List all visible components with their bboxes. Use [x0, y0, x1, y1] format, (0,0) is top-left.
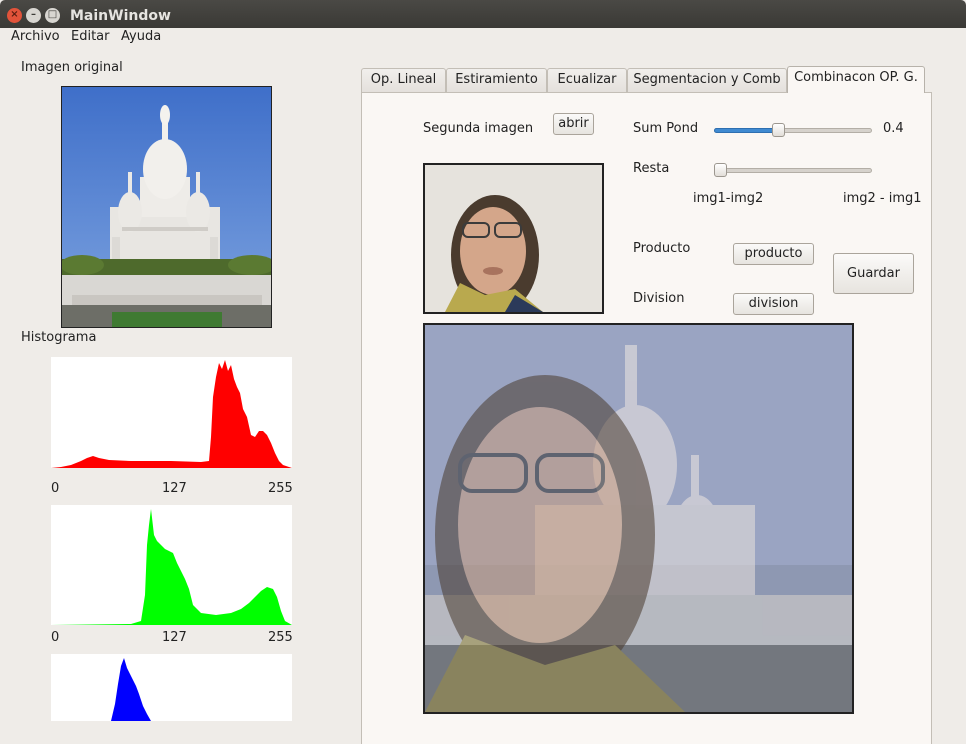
product-label: Producto	[633, 241, 691, 256]
sum-label: Sum Pond	[633, 121, 699, 136]
sum-value: 0.4	[883, 121, 904, 136]
sum-slider[interactable]	[714, 123, 872, 137]
histogram-blue-area	[111, 658, 151, 721]
product-button[interactable]: producto	[733, 243, 814, 265]
title-bar: × – □ MainWindow	[0, 0, 966, 28]
histogram-red-area	[51, 360, 292, 468]
histogram-green-tick-255: 255	[268, 630, 293, 645]
division-label: Division	[633, 291, 685, 306]
histogram-red-tick-0: 0	[51, 481, 60, 496]
histogram-red-tick-127: 127	[162, 481, 187, 496]
resta-label: Resta	[633, 161, 670, 176]
menu-ayuda[interactable]: Ayuda	[121, 29, 161, 44]
save-button[interactable]: Guardar	[833, 253, 914, 294]
menu-editar[interactable]: Editar	[71, 29, 110, 44]
histogram-blue	[51, 654, 292, 721]
tab-estiramiento[interactable]: Estiramiento	[446, 68, 547, 92]
histogram-green-tick-127: 127	[162, 630, 187, 645]
tab-combinacion[interactable]: Combinacon OP. G.	[787, 66, 925, 93]
menu-archivo[interactable]: Archivo	[11, 29, 60, 44]
close-icon[interactable]: ×	[7, 8, 22, 23]
tab-ecualizar[interactable]: Ecualizar	[547, 68, 627, 92]
minimize-icon[interactable]: –	[26, 8, 41, 23]
histogram-red	[51, 357, 292, 468]
histogram-label: Histograma	[21, 330, 97, 345]
tab-segmentacion[interactable]: Segmentacion y Comb	[627, 68, 787, 92]
resta-slider[interactable]	[714, 163, 872, 177]
histogram-green-tick-0: 0	[51, 630, 60, 645]
resta-right-label: img2 - img1	[843, 191, 922, 206]
open-button[interactable]: abrir	[553, 113, 594, 135]
histogram-green	[51, 505, 292, 625]
result-image	[423, 323, 854, 714]
menu-bar: Archivo Editar Ayuda	[0, 28, 966, 46]
sum-slider-handle[interactable]	[772, 123, 785, 137]
maximize-icon[interactable]: □	[45, 8, 60, 23]
second-image-label: Segunda imagen	[423, 121, 534, 136]
division-button[interactable]: division	[733, 293, 814, 315]
histogram-red-tick-255: 255	[268, 481, 293, 496]
tab-op-lineal[interactable]: Op. Lineal	[361, 68, 446, 92]
original-image	[61, 86, 272, 328]
resta-left-label: img1-img2	[693, 191, 764, 206]
histogram-green-area	[51, 509, 292, 625]
original-image-label: Imagen original	[21, 60, 123, 75]
resta-slider-handle[interactable]	[714, 163, 727, 177]
second-image	[423, 163, 604, 314]
window-title: MainWindow	[70, 8, 171, 24]
